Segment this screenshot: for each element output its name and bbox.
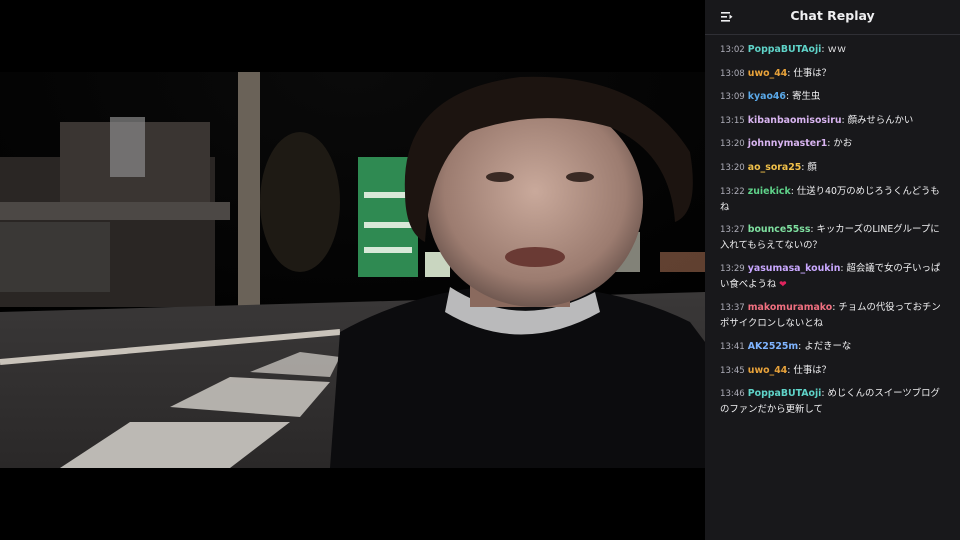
chat-message: 13:02 PoppaBUTAoji: ｗｗ — [720, 42, 945, 58]
broken-heart-icon: ❤ — [776, 279, 787, 290]
chat-username[interactable]: zuiekick — [748, 186, 791, 197]
chat-username[interactable]: makomuramako — [748, 302, 832, 313]
chat-timestamp: 13:45 — [720, 365, 745, 376]
chat-message: 13:37 makomuramako: チョムの代役っておチンポサイクロンしないと… — [720, 300, 945, 331]
chat-text: 寄生虫 — [792, 91, 821, 103]
chat-username[interactable]: kibanbaomisosiru — [748, 115, 842, 126]
chat-header: Chat Replay — [705, 0, 960, 35]
chat-username[interactable]: PoppaBUTAoji — [748, 44, 822, 55]
chat-timestamp: 13:20 — [720, 139, 745, 150]
chat-text: 顔みせらんかい — [847, 114, 914, 126]
chat-text: 顔 — [807, 161, 817, 173]
chat-message: 13:22 zuiekick: 仕送り40万のめじろうくんどうもね — [720, 184, 945, 215]
chat-message: 13:41 AK2525m: よだきーな — [720, 339, 945, 355]
chat-timestamp: 13:22 — [720, 186, 745, 197]
chat-timestamp: 13:20 — [720, 162, 745, 173]
chat-timestamp: 13:41 — [720, 341, 745, 352]
chat-message: 13:46 PoppaBUTAoji: めじくんのスイーツブログのファンだから更新… — [720, 386, 945, 417]
chat-timestamp: 13:02 — [720, 45, 745, 55]
chat-text: 仕事は？ — [793, 67, 831, 79]
chat-text: よだきーな — [804, 340, 852, 352]
chat-text: かお — [833, 138, 853, 150]
chat-message: 13:20 ao_sora25: 顔 — [720, 160, 945, 176]
chat-text: 仕事は？ — [793, 364, 831, 376]
chat-username[interactable]: johnnymaster1 — [748, 138, 827, 149]
chat-message-list: 13:02 PoppaBUTAoji: ｗｗ 13:08 uwo_44: 仕事は？ 13… — [705, 42, 960, 425]
chat-timestamp: 13:29 — [720, 263, 745, 274]
chat-text: ｗｗ — [827, 44, 847, 55]
video-player[interactable] — [0, 0, 705, 540]
chat-message: 13:20 johnnymaster1: かお — [720, 136, 945, 152]
chat-timestamp: 13:15 — [720, 115, 745, 126]
chat-message: 13:29 yasumasa_koukin: 超会議で女の子いっぱい食べようね ❤ — [720, 261, 945, 293]
chat-replay-panel: Chat Replay 13:02 PoppaBUTAoji: ｗｗ 13:08 uw… — [705, 0, 960, 540]
chat-timestamp: 13:09 — [720, 92, 745, 103]
chat-message: 13:45 uwo_44: 仕事は？ — [720, 363, 945, 379]
chat-username[interactable]: uwo_44 — [748, 68, 788, 79]
chat-message: 13:27 bounce55ss: キッカーズのLINEグループに入れてもらえてな… — [720, 222, 945, 253]
chat-username[interactable]: yasumasa_koukin — [748, 263, 841, 274]
video-scene — [0, 72, 705, 468]
chat-message: 13:08 uwo_44: 仕事は？ — [720, 66, 945, 82]
chat-message: 13:15 kibanbaomisosiru: 顔みせらんかい — [720, 113, 945, 129]
chat-timestamp: 13:37 — [720, 303, 745, 314]
chat-username[interactable]: bounce55ss — [748, 224, 811, 235]
chat-timestamp: 13:08 — [720, 68, 745, 79]
chat-username[interactable]: PoppaBUTAoji — [748, 388, 822, 399]
chat-username[interactable]: uwo_44 — [748, 365, 788, 376]
chat-username[interactable]: AK2525m — [748, 341, 798, 352]
chat-timestamp: 13:27 — [720, 225, 745, 236]
video-frame[interactable] — [0, 72, 705, 468]
chat-title: Chat Replay — [790, 8, 875, 23]
chat-username[interactable]: kyao46 — [748, 91, 786, 102]
chat-username[interactable]: ao_sora25 — [748, 162, 801, 173]
chat-timestamp: 13:46 — [720, 389, 745, 400]
chat-message: 13:09 kyao46: 寄生虫 — [720, 89, 945, 105]
